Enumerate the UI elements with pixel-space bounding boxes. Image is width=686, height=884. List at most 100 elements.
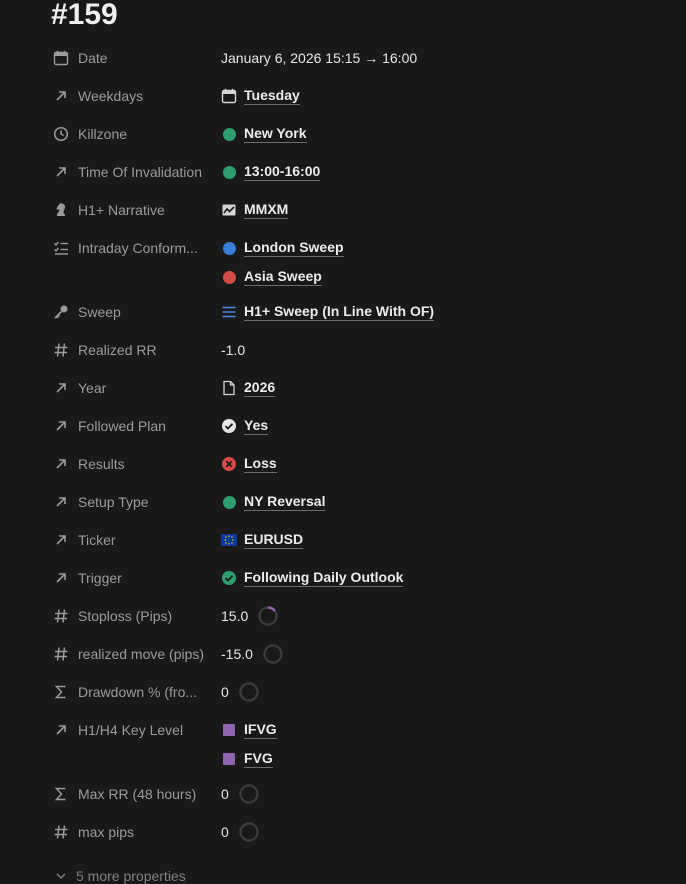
more-properties-toggle[interactable]: 5 more properties	[55, 868, 186, 884]
relation-link[interactable]: EURUSD	[244, 531, 304, 549]
property-key[interactable]: Realized RR	[52, 331, 218, 369]
property-key[interactable]: H1+ Narrative	[52, 191, 218, 229]
clock-icon	[52, 125, 70, 143]
relation-link[interactable]: IFVG	[244, 721, 277, 739]
relation-link[interactable]: Loss	[244, 455, 277, 473]
property-values[interactable]: 0	[221, 813, 260, 851]
property-values[interactable]: -1.0	[221, 331, 245, 369]
property-value[interactable]: 2026	[221, 369, 276, 407]
property-value[interactable]: Yes	[221, 407, 269, 445]
progress-ring-icon	[239, 822, 259, 842]
property-value: 0	[221, 673, 260, 711]
property-key[interactable]: Date	[52, 39, 218, 77]
property-key[interactable]: Drawdown % (fro...	[52, 673, 218, 711]
property-value[interactable]: New York	[221, 115, 307, 153]
property-values[interactable]: H1+ Sweep (In Line With OF)	[221, 293, 435, 331]
property-row: Drawdown % (fro... 0	[0, 673, 686, 711]
property-values[interactable]: 0	[221, 673, 260, 711]
sigma-icon	[52, 785, 70, 803]
property-key[interactable]: Killzone	[52, 115, 218, 153]
hash-icon	[52, 645, 70, 663]
property-value[interactable]: 13:00-16:00	[221, 153, 321, 191]
key-icon	[52, 303, 70, 321]
relation-link[interactable]: FVG	[244, 750, 273, 768]
relation-link[interactable]: NY Reversal	[244, 493, 326, 511]
property-values[interactable]: Following Daily Outlook	[221, 559, 404, 597]
x-circle-icon	[221, 456, 237, 472]
property-row: Intraday Conform... London Sweep Asia Swee…	[0, 229, 686, 293]
property-value[interactable]: Asia Sweep	[221, 261, 344, 293]
property-values[interactable]: EURUSD	[221, 521, 304, 559]
property-name: H1/H4 Key Level	[78, 722, 184, 738]
property-key[interactable]: Year	[52, 369, 218, 407]
property-key[interactable]: Setup Type	[52, 483, 218, 521]
property-values[interactable]: 2026	[221, 369, 276, 407]
property-key[interactable]: Sweep	[52, 293, 218, 331]
property-values[interactable]: London Sweep Asia Sweep	[221, 229, 344, 293]
property-row: Max RR (48 hours) 0	[0, 775, 686, 813]
property-value[interactable]: NY Reversal	[221, 483, 326, 521]
property-values[interactable]: -15.0	[221, 635, 284, 673]
property-value[interactable]: H1+ Sweep (In Line With OF)	[221, 293, 435, 331]
property-row: Time Of Invalidation 13:00-16:00	[0, 153, 686, 191]
property-name: Setup Type	[78, 494, 149, 510]
property-key[interactable]: Trigger	[52, 559, 218, 597]
relation-link[interactable]: Yes	[244, 417, 269, 435]
property-row: Trigger Following Daily Outlook	[0, 559, 686, 597]
property-key[interactable]: Results	[52, 445, 218, 483]
property-key[interactable]: Ticker	[52, 521, 218, 559]
property-name: Ticker	[78, 532, 116, 548]
property-values[interactable]: 15.0	[221, 597, 279, 635]
property-value: 0	[221, 813, 260, 851]
relation-link[interactable]: H1+ Sweep (In Line With OF)	[244, 303, 435, 321]
property-values[interactable]: IFVG FVG	[221, 711, 277, 775]
property-key[interactable]: realized move (pips)	[52, 635, 218, 673]
relation-link[interactable]: New York	[244, 125, 307, 143]
chess-knight-icon	[52, 201, 70, 219]
hash-icon	[52, 607, 70, 625]
property-key[interactable]: max pips	[52, 813, 218, 851]
property-key[interactable]: Weekdays	[52, 77, 218, 115]
property-values[interactable]: 0	[221, 775, 260, 813]
property-value[interactable]: Loss	[221, 445, 277, 483]
property-values[interactable]: January 6, 2026 15:15 → 16:00	[221, 39, 417, 77]
relation-link[interactable]: Asia Sweep	[244, 268, 322, 286]
property-value[interactable]: Following Daily Outlook	[221, 559, 404, 597]
property-values[interactable]: Loss	[221, 445, 277, 483]
progress-ring-icon	[239, 784, 259, 804]
property-row: H1/H4 Key Level IFVG FVG	[0, 711, 686, 775]
property-value[interactable]: Tuesday	[221, 77, 300, 115]
arrow-up-right-icon	[52, 87, 70, 105]
property-key[interactable]: Max RR (48 hours)	[52, 775, 218, 813]
relation-link[interactable]: Following Daily Outlook	[244, 569, 404, 587]
property-row: realized move (pips) -15.0	[0, 635, 686, 673]
arrow-up-right-icon	[52, 379, 70, 397]
property-values[interactable]: 13:00-16:00	[221, 153, 321, 191]
relation-link[interactable]: 13:00-16:00	[244, 163, 321, 181]
property-key[interactable]: H1/H4 Key Level	[52, 711, 218, 749]
relation-link[interactable]: MMXM	[244, 201, 289, 219]
arrow-up-right-icon	[52, 417, 70, 435]
property-key[interactable]: Stoploss (Pips)	[52, 597, 218, 635]
relation-link[interactable]: Tuesday	[244, 87, 300, 105]
property-values[interactable]: Tuesday	[221, 77, 300, 115]
property-values[interactable]: Yes	[221, 407, 269, 445]
property-value[interactable]: EURUSD	[221, 521, 304, 559]
relation-link[interactable]: London Sweep	[244, 239, 344, 257]
property-value[interactable]: MMXM	[221, 191, 289, 229]
eu-flag-icon	[221, 532, 237, 548]
property-values[interactable]: NY Reversal	[221, 483, 326, 521]
property-values[interactable]: MMXM	[221, 191, 289, 229]
chart-icon	[221, 202, 237, 218]
property-values[interactable]: New York	[221, 115, 307, 153]
property-key[interactable]: Time Of Invalidation	[52, 153, 218, 191]
property-value[interactable]: FVG	[221, 743, 277, 775]
property-name: Sweep	[78, 304, 121, 320]
property-row: Sweep H1+ Sweep (In Line With OF)	[0, 293, 686, 331]
calendar-icon	[221, 88, 237, 104]
property-name: Followed Plan	[78, 418, 166, 434]
property-key[interactable]: Intraday Conform...	[52, 229, 218, 267]
relation-link[interactable]: 2026	[244, 379, 276, 397]
property-row: Ticker EURUSD	[0, 521, 686, 559]
property-key[interactable]: Followed Plan	[52, 407, 218, 445]
